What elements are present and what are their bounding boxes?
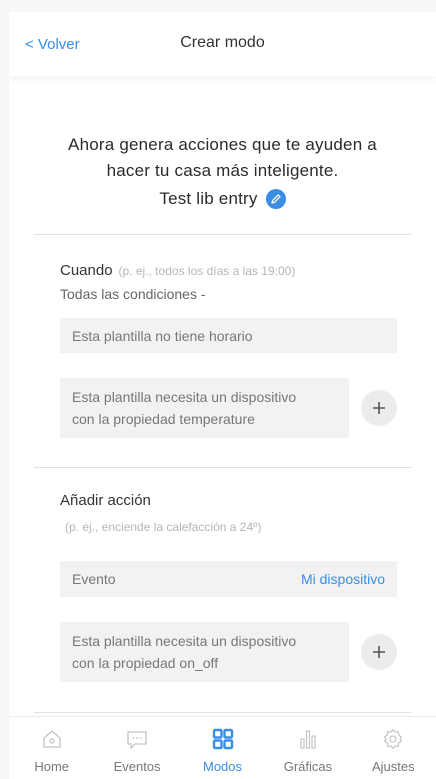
bottom-nav: Home Eventos Modos Gráficas Ajustes <box>9 716 436 779</box>
intro-text: Ahora genera acciones que te ayuden a ha… <box>39 132 406 212</box>
main-content: Ahora genera acciones que te ayuden a ha… <box>9 76 436 716</box>
action-hint: (p. ej., enciende la calefacción a 24º) <box>65 520 262 534</box>
add-action-button[interactable] <box>361 634 397 670</box>
plus-icon <box>373 646 385 658</box>
gear-icon <box>384 728 403 750</box>
nav-label-modos: Modos <box>203 759 243 774</box>
temperature-device-line-1: Esta plantilla necesita un dispositivo <box>72 389 297 405</box>
nav-item-home[interactable]: Home <box>9 717 94 779</box>
divider <box>34 234 411 235</box>
intro-line-2: hacer tu casa más inteligente. <box>106 161 339 180</box>
nav-label-ajustes: Ajustes <box>372 759 415 774</box>
conditions-selector[interactable]: Todas las condiciones - <box>60 286 206 302</box>
nav-item-modos[interactable]: Modos <box>180 717 265 779</box>
onoff-device-text: Esta plantilla necesita un dispositivo c… <box>72 630 296 674</box>
grid-icon <box>212 728 233 750</box>
schedule-text: Esta plantilla no tiene horario <box>72 327 253 344</box>
entry-name: Test lib entry <box>159 189 258 208</box>
app-screen: < Volver Crear modo Ahora genera accione… <box>9 12 436 779</box>
event-row[interactable]: Evento Mi dispositivo <box>60 561 397 597</box>
bar-chart-icon <box>300 730 316 749</box>
action-section-title: Añadir acción <box>60 492 151 509</box>
when-title: Cuando <box>60 262 113 279</box>
nav-item-graficas[interactable]: Gráficas <box>265 717 350 779</box>
plus-icon <box>373 402 385 414</box>
home-icon <box>43 730 61 748</box>
temperature-device-box[interactable]: Esta plantilla necesita un dispositivo c… <box>60 378 349 438</box>
onoff-device-line-2: con la propiedad on_off <box>72 655 219 671</box>
nav-item-eventos[interactable]: Eventos <box>94 717 179 779</box>
entry-name-row: Test lib entry <box>39 186 406 212</box>
nav-label-graficas: Gráficas <box>283 759 333 774</box>
temperature-device-text: Esta plantilla necesita un dispositivo c… <box>72 386 296 430</box>
schedule-box[interactable]: Esta plantilla no tiene horario <box>60 318 397 353</box>
intro-line-1: Ahora genera acciones que te ayuden a <box>68 135 377 154</box>
divider <box>34 467 411 468</box>
event-label: Evento <box>72 571 116 587</box>
chat-icon <box>127 731 147 749</box>
onoff-device-box[interactable]: Esta plantilla necesita un dispositivo c… <box>60 622 349 682</box>
pencil-icon <box>270 194 281 204</box>
when-hint: (p. ej., todos los días a las 19:00) <box>118 264 296 278</box>
my-device-link[interactable]: Mi dispositivo <box>301 571 385 587</box>
divider <box>34 712 411 713</box>
top-bar: < Volver Crear modo <box>9 12 436 76</box>
onoff-device-line-1: Esta plantilla necesita un dispositivo <box>72 633 297 649</box>
nav-item-ajustes[interactable]: Ajustes <box>351 717 436 779</box>
when-section-title: Cuando (p. ej., todos los días a las 19:0… <box>60 262 295 279</box>
nav-label-home: Home <box>34 759 70 774</box>
edit-name-button[interactable] <box>265 189 286 209</box>
add-condition-button[interactable] <box>361 390 397 426</box>
page-title: Crear modo <box>180 34 265 51</box>
temperature-device-line-2: con la propiedad temperature <box>72 411 255 427</box>
nav-label-eventos: Eventos <box>113 759 161 774</box>
